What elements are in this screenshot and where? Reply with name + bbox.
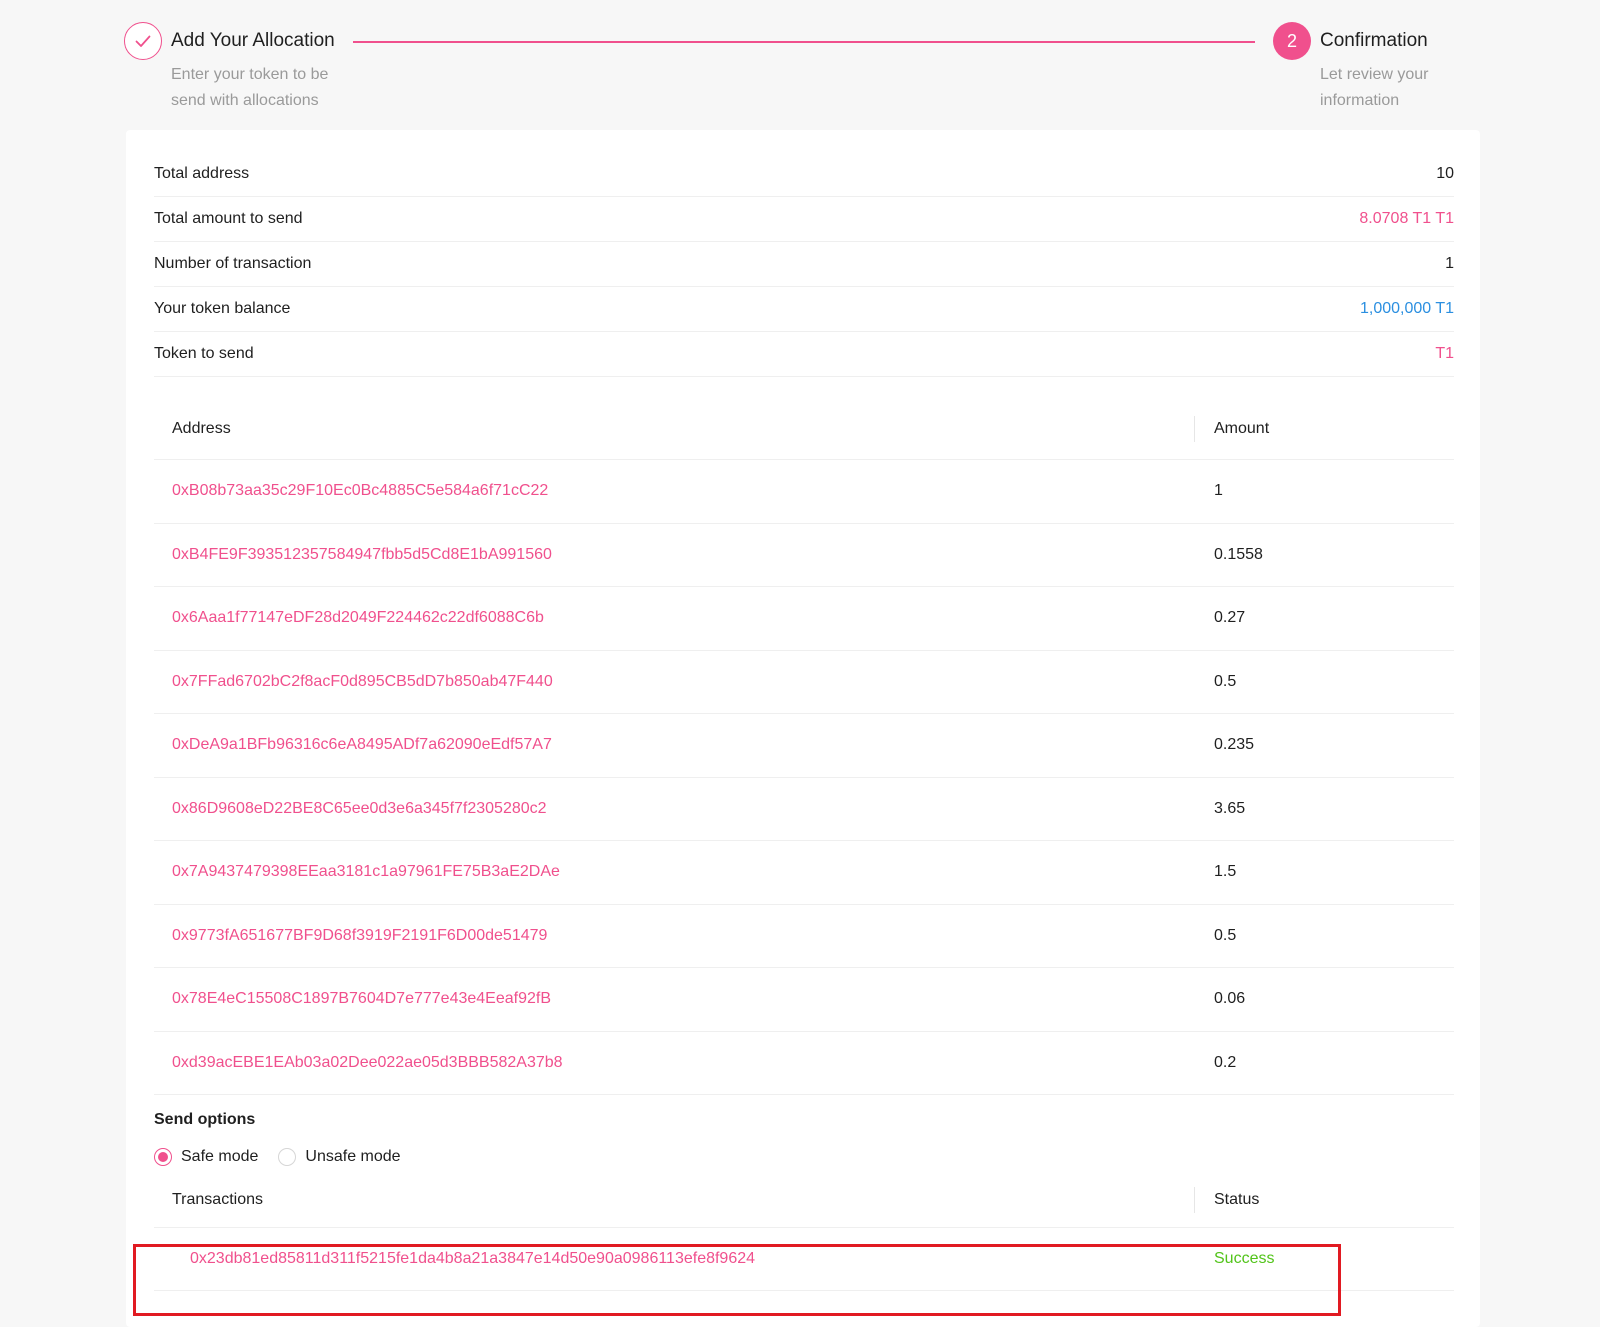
amount-cell: 1.5 bbox=[1214, 863, 1237, 881]
step-number-badge: 2 bbox=[1273, 22, 1311, 60]
step-title-allocation: Add Your Allocation bbox=[171, 30, 335, 51]
address-link[interactable]: 0xd39acEBE1EAb03a02Dee022ae05d3BBB582A37… bbox=[154, 1054, 1194, 1072]
steps-header: Add Your Allocation Enter your token to … bbox=[0, 0, 1600, 130]
confirmation-card: Total address 10 Total amount to send 8.… bbox=[126, 130, 1480, 1327]
table-row: 0x78E4eC15508C1897B7604D7e777e43e4Eeaf92… bbox=[154, 968, 1454, 1032]
amount-cell: 0.235 bbox=[1214, 736, 1255, 754]
address-link[interactable]: 0x7FFad6702bC2f8acF0d895CB5dD7b850ab47F4… bbox=[154, 673, 1194, 691]
transactions-table: Transactions Status 0x23db81ed85811d311f… bbox=[154, 1172, 1454, 1291]
summary-value: 1 bbox=[1445, 255, 1454, 272]
amount-cell: 1 bbox=[1214, 482, 1223, 500]
table-row: 0xB08b73aa35c29F10Ec0Bc4885C5e584a6f71cC… bbox=[154, 460, 1454, 524]
amount-cell: 0.1558 bbox=[1214, 545, 1263, 563]
check-icon bbox=[135, 35, 151, 47]
allocation-table: Address Amount 0xB08b73aa35c29F10Ec0Bc48… bbox=[154, 398, 1454, 1095]
table-row: 0xB4FE9F393512357584947fbb5d5Cd8E1bA9915… bbox=[154, 524, 1454, 587]
summary-row-token-to-send: Token to send T1 bbox=[154, 332, 1454, 377]
table-row: 0xDeA9a1BFb96316c6eA8495ADf7a62090eEdf57… bbox=[154, 714, 1454, 778]
summary-row-total-amount: Total amount to send 8.0708 T1 T1 bbox=[154, 197, 1454, 242]
table-header: Transactions Status bbox=[154, 1172, 1454, 1228]
table-header: Address Amount bbox=[154, 398, 1454, 460]
step-desc-confirmation: Let review your information bbox=[1320, 66, 1429, 109]
table-row: 0x7FFad6702bC2f8acF0d895CB5dD7b850ab47F4… bbox=[154, 651, 1454, 714]
table-row: 0xd39acEBE1EAb03a02Dee022ae05d3BBB582A37… bbox=[154, 1032, 1454, 1095]
summary-list: Total address 10 Total amount to send 8.… bbox=[154, 152, 1454, 377]
safe-mode-radio[interactable] bbox=[154, 1148, 172, 1166]
step-done-indicator bbox=[124, 22, 162, 60]
column-header-amount: Amount bbox=[1214, 419, 1270, 437]
amount-cell: 0.5 bbox=[1214, 926, 1237, 944]
address-link[interactable]: 0x78E4eC15508C1897B7604D7e777e43e4Eeaf92… bbox=[154, 990, 1194, 1008]
table-row: 0x6Aaa1f77147eDF28d2049F224462c22df6088C… bbox=[154, 587, 1454, 651]
column-header-status: Status bbox=[1214, 1190, 1260, 1208]
table-row: 0x7A9437479398EEaa3181c1a97961FE75B3aE2D… bbox=[154, 841, 1454, 905]
summary-label: Your token balance bbox=[154, 300, 291, 317]
send-options-title: Send options bbox=[154, 1111, 256, 1128]
address-link[interactable]: 0x86D9608eD22BE8C65ee0d3e6a345f7f2305280… bbox=[154, 800, 1194, 818]
table-row: 0x9773fA651677BF9D68f3919F2191F6D00de514… bbox=[154, 905, 1454, 968]
table-row: 0x23db81ed85811d311f5215fe1da4b8a21a3847… bbox=[154, 1228, 1454, 1291]
summary-label: Token to send bbox=[154, 345, 254, 362]
address-link[interactable]: 0xB08b73aa35c29F10Ec0Bc4885C5e584a6f71cC… bbox=[154, 482, 1194, 500]
summary-label: Number of transaction bbox=[154, 255, 312, 272]
summary-value: 10 bbox=[1436, 165, 1454, 182]
address-link[interactable]: 0xDeA9a1BFb96316c6eA8495ADf7a62090eEdf57… bbox=[154, 736, 1194, 754]
transaction-hash-link[interactable]: 0x23db81ed85811d311f5215fe1da4b8a21a3847… bbox=[154, 1250, 1194, 1268]
safe-mode-option[interactable]: Safe mode bbox=[154, 1148, 258, 1166]
summary-value: T1 bbox=[1435, 345, 1454, 362]
summary-label: Total amount to send bbox=[154, 210, 303, 227]
summary-value: 8.0708 T1 T1 bbox=[1359, 210, 1454, 227]
step-desc-allocation: Enter your token to be send with allocat… bbox=[171, 66, 329, 109]
unsafe-mode-radio[interactable] bbox=[278, 1148, 297, 1166]
unsafe-mode-option[interactable]: Unsafe mode bbox=[278, 1148, 401, 1166]
column-header-address: Address bbox=[172, 419, 231, 437]
amount-cell: 0.27 bbox=[1214, 609, 1246, 627]
column-header-transactions: Transactions bbox=[172, 1190, 263, 1208]
summary-row-tx-count: Number of transaction 1 bbox=[154, 242, 1454, 287]
transaction-status: Success bbox=[1214, 1250, 1275, 1267]
summary-row-token-balance: Your token balance 1,000,000 T1 bbox=[154, 287, 1454, 332]
step-title-confirmation: Confirmation bbox=[1320, 30, 1428, 51]
safe-mode-label[interactable]: Safe mode bbox=[181, 1148, 258, 1166]
address-link[interactable]: 0x9773fA651677BF9D68f3919F2191F6D00de514… bbox=[154, 927, 1194, 945]
summary-value: 1,000,000 T1 bbox=[1359, 300, 1454, 317]
address-link[interactable]: 0xB4FE9F393512357584947fbb5d5Cd8E1bA9915… bbox=[154, 546, 1194, 564]
step-connector-line bbox=[353, 41, 1255, 43]
column-divider bbox=[1194, 1187, 1195, 1213]
radio-dot bbox=[158, 1152, 168, 1162]
column-divider bbox=[1194, 416, 1195, 442]
address-link[interactable]: 0x7A9437479398EEaa3181c1a97961FE75B3aE2D… bbox=[154, 863, 1194, 881]
summary-label: Total address bbox=[154, 165, 250, 182]
summary-row-total-address: Total address 10 bbox=[154, 152, 1454, 197]
amount-cell: 0.06 bbox=[1214, 990, 1246, 1008]
amount-cell: 0.5 bbox=[1214, 672, 1237, 690]
address-link[interactable]: 0x6Aaa1f77147eDF28d2049F224462c22df6088C… bbox=[154, 609, 1194, 627]
amount-cell: 0.2 bbox=[1214, 1053, 1237, 1071]
amount-cell: 3.65 bbox=[1214, 799, 1246, 817]
send-mode-radio-group: Safe mode Unsafe mode bbox=[154, 1148, 421, 1166]
unsafe-mode-label[interactable]: Unsafe mode bbox=[305, 1148, 400, 1166]
table-row: 0x86D9608eD22BE8C65ee0d3e6a345f7f2305280… bbox=[154, 778, 1454, 841]
